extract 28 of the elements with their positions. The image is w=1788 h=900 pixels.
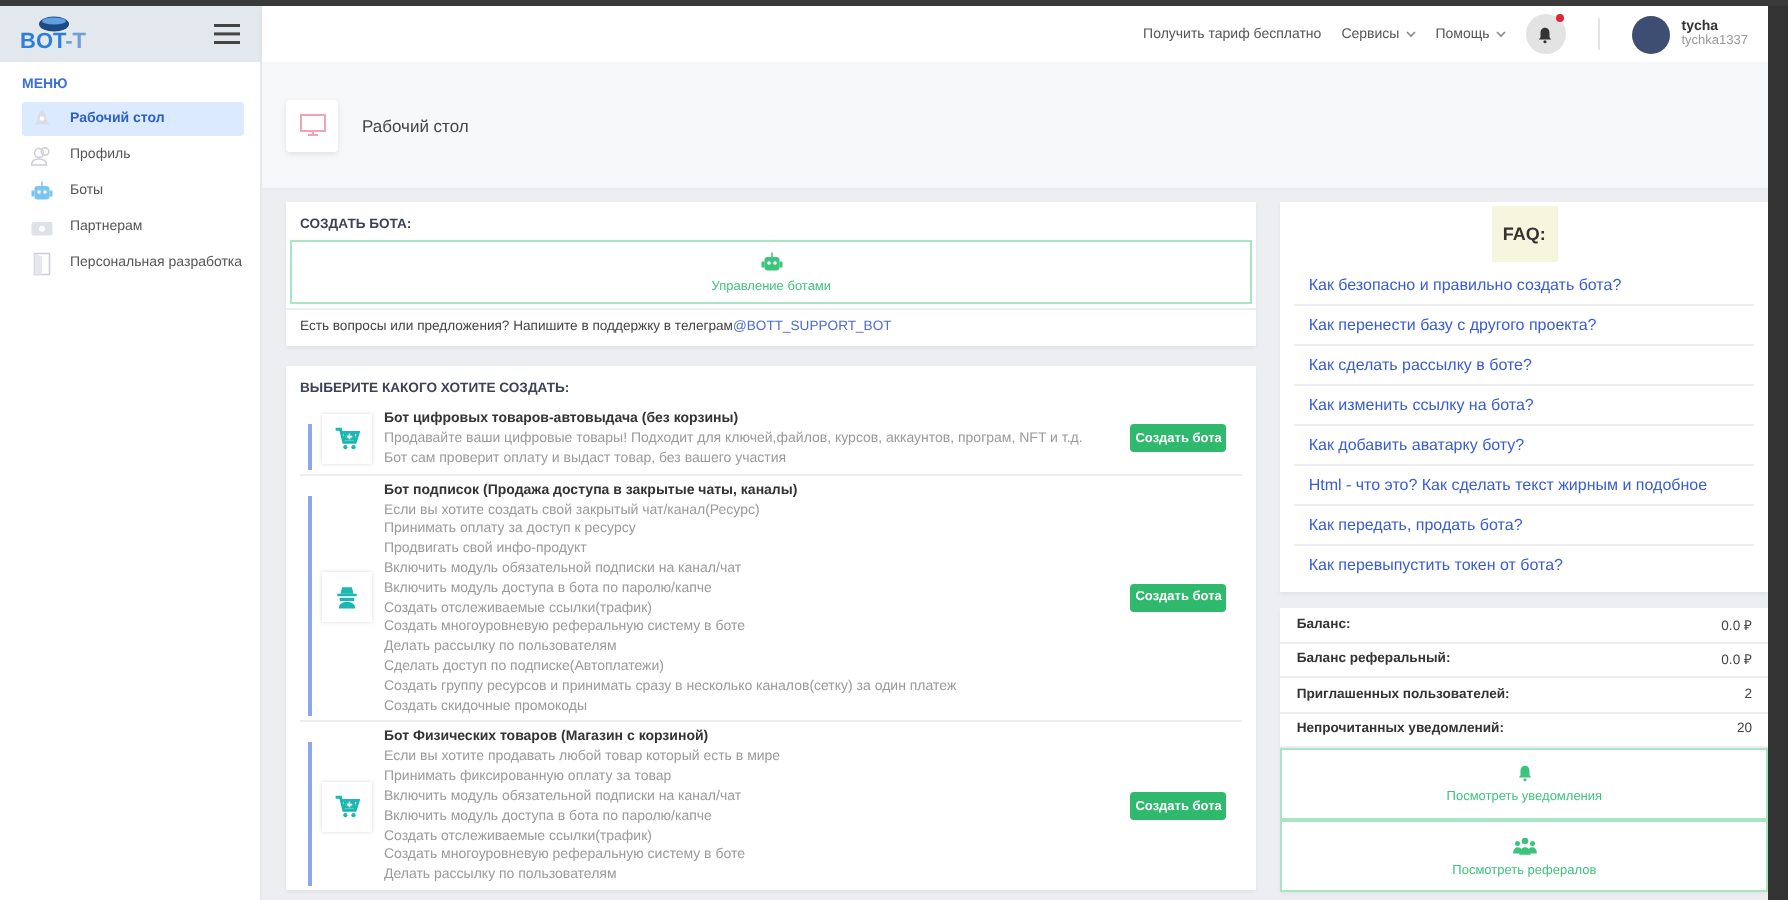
rocket-icon <box>30 107 54 131</box>
incognito-icon <box>334 584 360 611</box>
bell-icon <box>1536 25 1555 43</box>
faq-link[interactable]: Как перевыпустить токен от бота? <box>1294 546 1754 584</box>
notifications-button[interactable] <box>1525 14 1566 54</box>
robot-icon <box>759 251 784 273</box>
robot-icon <box>30 179 54 203</box>
faq-link[interactable]: Как добавить аватарку боту? <box>1294 426 1754 466</box>
faq-link[interactable]: Как перенести базу с другого проекта? <box>1294 306 1754 346</box>
faq-link[interactable]: Как передать, продать бота? <box>1294 506 1754 546</box>
menu-icon[interactable] <box>214 24 240 44</box>
faq-link[interactable]: Html - что это? Как сделать текст жирным и подобное <box>1294 466 1754 506</box>
monitor-icon <box>299 114 325 136</box>
users-icon <box>1511 835 1538 855</box>
page-title: Рабочий стол <box>362 115 469 135</box>
faq-link[interactable]: Как изменить ссылку на бота? <box>1294 386 1754 426</box>
cart-icon <box>334 793 360 820</box>
cart-icon <box>334 425 360 452</box>
avatar[interactable] <box>1631 15 1670 53</box>
logo-text: BOT-T <box>20 31 87 53</box>
users-icon <box>30 143 54 167</box>
door-icon <box>30 251 54 275</box>
faq-link[interactable]: Как безопасно и правильно создать бота? <box>1294 266 1754 306</box>
faq-heading: FAQ: <box>1491 206 1558 262</box>
bell-icon <box>1515 764 1534 782</box>
logo-hat-icon <box>37 15 69 31</box>
scrollbar[interactable] <box>1768 6 1788 900</box>
faq-link[interactable]: Как сделать рассылку в боте? <box>1294 346 1754 386</box>
